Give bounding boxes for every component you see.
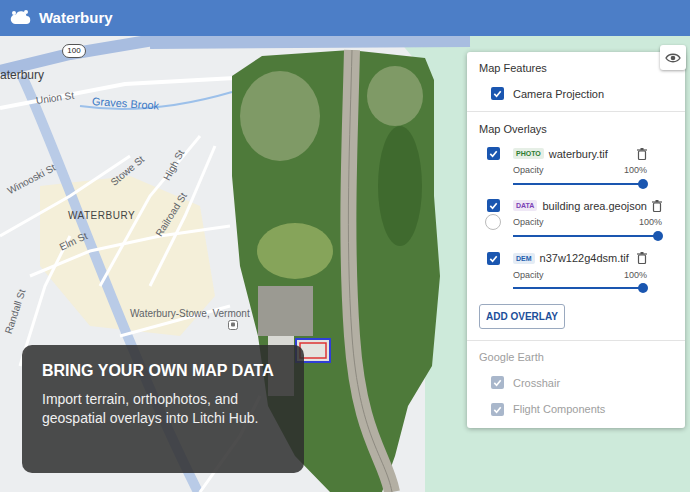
opacity-slider[interactable] bbox=[513, 178, 643, 190]
delete-overlay-button[interactable] bbox=[652, 200, 662, 212]
opacity-row: Opacity 100% bbox=[513, 216, 688, 230]
overlay-header: DATA building area.geojson bbox=[513, 198, 688, 215]
map-label: Waterbury-Stowe, Vermont bbox=[130, 308, 226, 321]
feature-row[interactable]: Camera Projection bbox=[479, 86, 673, 103]
overlay-type-badge: PHOTO bbox=[513, 148, 544, 159]
opacity-label: Opacity bbox=[513, 269, 544, 283]
overlay-name: waterbury.tif bbox=[549, 146, 608, 163]
route-shield: 100 bbox=[62, 44, 86, 58]
opacity-value: 100% bbox=[624, 164, 647, 178]
overlay-type-badge: DATA bbox=[513, 200, 537, 211]
overlay-name: building area.geojson bbox=[542, 198, 647, 215]
delete-overlay-button[interactable] bbox=[637, 252, 647, 264]
promo-card: BRING YOUR OWN MAP DATA Import terrain, o… bbox=[22, 345, 304, 473]
section-heading: Map Features bbox=[479, 60, 673, 77]
check-icon bbox=[492, 404, 503, 415]
eye-icon bbox=[665, 52, 681, 64]
trash-icon bbox=[637, 252, 647, 264]
divider bbox=[467, 340, 685, 341]
google-earth-label: Flight Components bbox=[513, 401, 605, 418]
google-earth-section: Google Earth Crosshair Flight Components bbox=[467, 341, 685, 428]
checkbox[interactable] bbox=[487, 147, 500, 160]
slider-thumb[interactable] bbox=[638, 179, 648, 189]
color-swatch[interactable] bbox=[485, 214, 501, 230]
trash-icon bbox=[652, 200, 662, 212]
slider-fill bbox=[513, 235, 658, 237]
opacity-row: Opacity 100% bbox=[513, 164, 673, 178]
overlay-type-badge: DEM bbox=[513, 253, 535, 264]
google-earth-label: Crosshair bbox=[513, 375, 560, 392]
map-settings-panel: Map Features Camera Projection Map Overlay… bbox=[467, 52, 685, 428]
slider-thumb[interactable] bbox=[638, 283, 648, 293]
app-header: Waterbury bbox=[0, 0, 690, 36]
features-section: Map Features Camera Projection bbox=[467, 52, 685, 111]
feature-label: Camera Projection bbox=[513, 86, 604, 103]
train-station-icon bbox=[228, 320, 238, 330]
overlay-item: DEM n37w122g4dsm.tif Opacity 100% bbox=[479, 250, 673, 294]
check-icon bbox=[488, 200, 499, 211]
google-earth-row: Flight Components bbox=[479, 401, 673, 418]
opacity-label: Opacity bbox=[513, 216, 544, 230]
opacity-value: 100% bbox=[624, 269, 647, 283]
delete-overlay-button[interactable] bbox=[637, 148, 647, 160]
promo-body: Import terrain, orthophotos, and geospat… bbox=[42, 390, 284, 428]
map-label: WATERBURY bbox=[68, 208, 135, 223]
opacity-label: Opacity bbox=[513, 164, 544, 178]
checkbox bbox=[491, 376, 504, 389]
divider bbox=[467, 111, 685, 112]
map-label: aterbury bbox=[0, 66, 44, 84]
section-heading: Google Earth bbox=[479, 349, 673, 366]
check-icon bbox=[492, 88, 503, 99]
slider-thumb[interactable] bbox=[653, 231, 663, 241]
check-icon bbox=[488, 148, 499, 159]
checkbox[interactable] bbox=[487, 252, 500, 265]
google-earth-list: Crosshair Flight Components bbox=[479, 375, 673, 418]
check-icon bbox=[492, 377, 503, 388]
app-title: Waterbury bbox=[39, 7, 113, 30]
overlay-item: PHOTO waterbury.tif Opacity 100% bbox=[479, 146, 673, 190]
trash-icon bbox=[637, 148, 647, 160]
overlay-item: DATA building area.geojsonOpacity 100% bbox=[479, 198, 673, 243]
map-view[interactable]: 100aterburyUnion StGraves BrookWinooski … bbox=[0, 36, 690, 492]
overlay-header: DEM n37w122g4dsm.tif bbox=[513, 250, 673, 267]
opacity-value: 100% bbox=[639, 216, 662, 230]
opacity-slider[interactable] bbox=[513, 230, 658, 242]
checkbox[interactable] bbox=[491, 87, 504, 100]
overlays-section: Map Overlays PHOTO waterbury.tif Opacity 100… bbox=[467, 112, 685, 340]
overlay-header: PHOTO waterbury.tif bbox=[513, 146, 673, 163]
toggle-panel-button[interactable] bbox=[660, 45, 686, 70]
google-earth-row: Crosshair bbox=[479, 375, 673, 392]
slider-fill bbox=[513, 287, 643, 289]
opacity-row: Opacity 100% bbox=[513, 269, 673, 283]
overlay-list: PHOTO waterbury.tif Opacity 100% DATA buildin… bbox=[479, 146, 673, 295]
logo-icon bbox=[9, 9, 31, 27]
checkbox[interactable] bbox=[487, 199, 500, 212]
promo-title: BRING YOUR OWN MAP DATA bbox=[42, 361, 284, 380]
section-heading: Map Overlays bbox=[479, 121, 673, 138]
slider-fill bbox=[513, 183, 643, 185]
opacity-slider[interactable] bbox=[513, 282, 643, 294]
checkbox bbox=[491, 403, 504, 416]
check-icon bbox=[488, 253, 499, 264]
overlay-name: n37w122g4dsm.tif bbox=[540, 250, 629, 267]
add-overlay-button[interactable]: ADD OVERLAY bbox=[479, 304, 565, 329]
